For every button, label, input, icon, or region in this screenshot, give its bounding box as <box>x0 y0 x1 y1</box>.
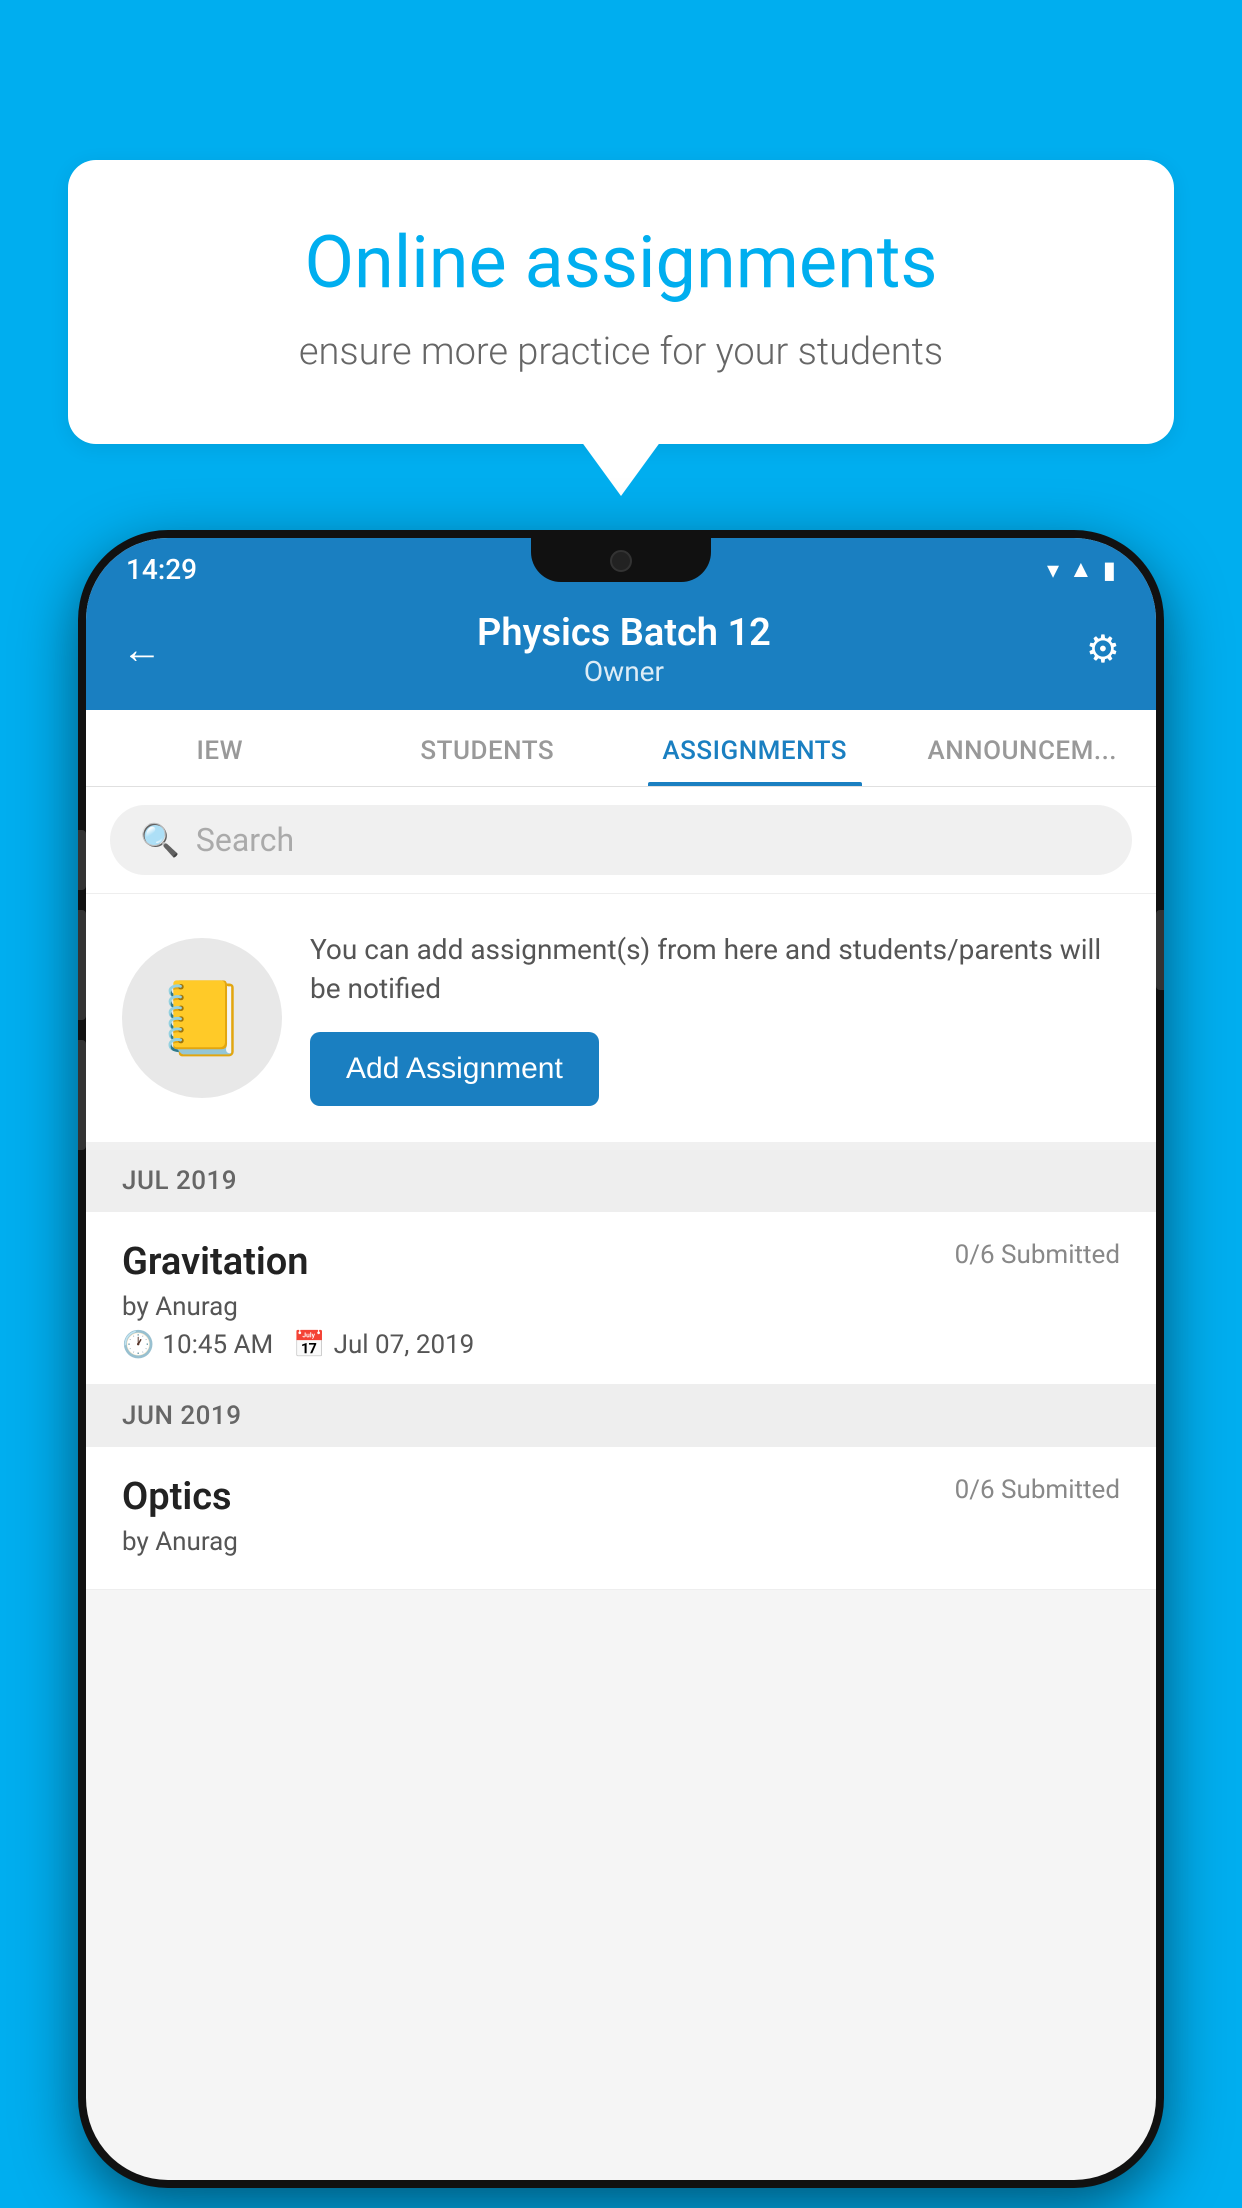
assignment-date: 📅 Jul 07, 2019 <box>293 1330 474 1360</box>
assignment-time: 🕐 10:45 AM <box>122 1330 273 1360</box>
volume-down-button <box>78 1040 86 1150</box>
section-header-jul: JUL 2019 <box>86 1150 1156 1212</box>
search-icon: 🔍 <box>140 821 180 859</box>
batch-title: Physics Batch 12 <box>162 611 1086 655</box>
notebook-icon: 📒 <box>157 976 247 1061</box>
assignment-date-value: Jul 07, 2019 <box>334 1330 475 1360</box>
search-container: 🔍 Search <box>86 787 1156 894</box>
tab-iew[interactable]: IEW <box>86 710 354 786</box>
promo-content: You can add assignment(s) from here and … <box>310 930 1120 1106</box>
promo-description: You can add assignment(s) from here and … <box>310 930 1120 1008</box>
assignment-top-optics: Optics 0/6 Submitted <box>122 1475 1120 1519</box>
tabs-bar: IEW STUDENTS ASSIGNMENTS ANNOUNCEM... <box>86 710 1156 787</box>
status-icons: ▾ ▲ ▮ <box>1047 555 1116 584</box>
header-center: Physics Batch 12 Owner <box>162 611 1086 688</box>
tab-announcements[interactable]: ANNOUNCEM... <box>889 710 1157 786</box>
assignment-top: Gravitation 0/6 Submitted <box>122 1240 1120 1284</box>
back-button[interactable]: ← <box>122 626 162 673</box>
assignment-submitted-optics: 0/6 Submitted <box>955 1475 1120 1505</box>
batch-role: Owner <box>162 655 1086 688</box>
assignment-by-optics: by Anurag <box>122 1527 1120 1557</box>
phone-screen: 14:29 ▾ ▲ ▮ ← Physics Batch 12 Owner ⚙ I… <box>86 538 1156 2180</box>
signal-icon: ▲ <box>1069 555 1093 584</box>
clock-icon: 🕐 <box>122 1330 154 1360</box>
section-header-jun: JUN 2019 <box>86 1385 1156 1447</box>
volume-up-button <box>78 910 86 1020</box>
add-assignment-button[interactable]: Add Assignment <box>310 1032 599 1106</box>
search-bar[interactable]: 🔍 Search <box>110 805 1132 875</box>
bubble-title: Online assignments <box>138 220 1104 306</box>
promo-card: 📒 You can add assignment(s) from here an… <box>86 894 1156 1150</box>
assignment-by-gravitation: by Anurag <box>122 1292 1120 1322</box>
search-placeholder: Search <box>196 821 294 859</box>
speech-bubble: Online assignments ensure more practice … <box>68 160 1174 444</box>
power-button <box>1156 910 1164 990</box>
assignment-gravitation[interactable]: Gravitation 0/6 Submitted by Anurag 🕐 10… <box>86 1212 1156 1385</box>
calendar-icon: 📅 <box>293 1330 325 1360</box>
assignment-optics[interactable]: Optics 0/6 Submitted by Anurag <box>86 1447 1156 1590</box>
speech-bubble-wrapper: Online assignments ensure more practice … <box>68 160 1174 444</box>
wifi-icon: ▾ <box>1047 556 1059 584</box>
tab-students[interactable]: STUDENTS <box>354 710 622 786</box>
bubble-subtitle: ensure more practice for your students <box>138 330 1104 374</box>
phone-frame: 14:29 ▾ ▲ ▮ ← Physics Batch 12 Owner ⚙ I… <box>78 530 1164 2188</box>
section-label-jun: JUN 2019 <box>122 1401 241 1431</box>
section-label-jul: JUL 2019 <box>122 1166 237 1196</box>
mute-button <box>78 830 86 890</box>
assignment-submitted-gravitation: 0/6 Submitted <box>955 1240 1120 1270</box>
assignment-time-value: 10:45 AM <box>162 1330 273 1360</box>
front-camera <box>610 550 632 572</box>
assignment-name-optics: Optics <box>122 1475 232 1519</box>
settings-icon[interactable]: ⚙ <box>1086 627 1120 672</box>
assignment-name-gravitation: Gravitation <box>122 1240 309 1284</box>
battery-icon: ▮ <box>1103 556 1116 584</box>
tab-assignments[interactable]: ASSIGNMENTS <box>621 710 889 786</box>
status-time: 14:29 <box>126 553 197 586</box>
promo-icon-circle: 📒 <box>122 938 282 1098</box>
phone-notch <box>531 530 711 582</box>
app-header: ← Physics Batch 12 Owner ⚙ <box>86 593 1156 710</box>
assignment-meta-gravitation: 🕐 10:45 AM 📅 Jul 07, 2019 <box>122 1330 1120 1360</box>
